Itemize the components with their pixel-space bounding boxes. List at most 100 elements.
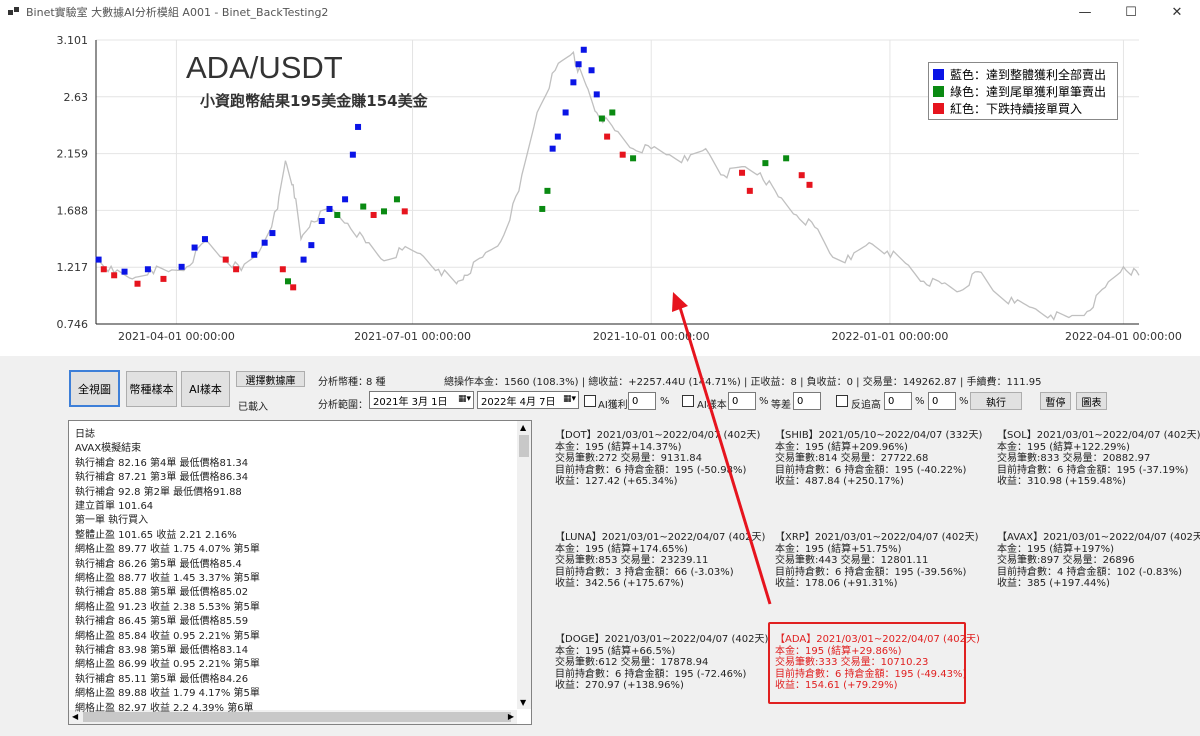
price-chart: 3.101 2.63 2.159 1.688 1.217 0.746 2021-04-01 … (0, 24, 1200, 356)
end-date-picker[interactable]: 2022年 4月 7日 ▦▾ (477, 391, 579, 409)
start-date-picker[interactable]: 2021年 3月 1日 ▦▾ (369, 391, 474, 409)
coin-line: 收益：310.98 (+159.48%) (997, 476, 1126, 487)
trade-marker-blue (570, 79, 577, 86)
legend-label-green: 綠色：達到尾單獲利單筆賣出 (950, 85, 1107, 99)
coin-line: 交易筆數:443 交易量：12801.11 (775, 555, 929, 566)
coin-line: 本金：195 (結算+174.65%) (555, 543, 688, 555)
y-tick-label: 2.159 (57, 148, 89, 161)
app-window: Binet實驗室 大數據AI分析模組 A001 - Binet_BackTest… (0, 0, 1200, 736)
close-button[interactable]: ✕ (1154, 0, 1200, 24)
start-date-value: 2021年 3月 1日 (373, 396, 448, 408)
trade-marker-blue (349, 151, 356, 158)
trade-marker-blue (580, 46, 587, 53)
legend-swatch-green (933, 86, 944, 97)
fullview-button[interactable]: 全視圖 (69, 370, 120, 407)
x-tick-label: 2021-07-01 00:00:00 (354, 330, 471, 343)
y-tick-label: 3.101 (57, 34, 89, 47)
trade-marker-green (380, 208, 387, 215)
coin-line: 【SOL】2021/03/01~2022/04/07 (402天) (997, 430, 1200, 441)
chart-subtitle: 小資跑幣結果195美金賺154美金 (200, 92, 428, 110)
trade-marker-green (284, 278, 291, 285)
trade-marker-red (233, 266, 240, 273)
trade-marker-blue (178, 263, 185, 270)
calendar-icon: ▦▾ (457, 394, 471, 404)
coin-line: 交易筆數:272 交易量：9131.84 (555, 453, 702, 464)
trade-marker-blue (144, 266, 151, 273)
pause-button[interactable]: 暫停 (1040, 392, 1071, 410)
x-tick-label: 2022-01-01 00:00:00 (832, 330, 949, 343)
ai-sample-pct: % (759, 396, 769, 407)
log-line: 建立首單 101.64 (75, 501, 154, 512)
scroll-right-icon[interactable]: ▶ (508, 712, 514, 721)
coin-line: 收益：385 (+197.44%) (997, 578, 1110, 589)
analysis-range-label: 分析範圍： (318, 400, 368, 411)
log-line: 執行補倉 82.16 第4單 最低價格81.34 (75, 457, 249, 469)
y-tick-label: 0.746 (57, 318, 89, 331)
ai-sample-label: AI樣本 (697, 400, 727, 411)
coin-line: 本金：195 (結算+51.75%) (775, 543, 902, 555)
ai-sample-checkbox[interactable] (682, 395, 694, 407)
coin-line: 收益：178.06 (+91.31%) (775, 578, 898, 589)
trade-marker-green (762, 160, 769, 167)
coin-line: 目前持倉數：6 持倉金額：195 (-50.98%) (555, 464, 747, 476)
ai-profit-input[interactable]: 0 (628, 392, 656, 410)
ai-profit-checkbox[interactable] (584, 395, 596, 407)
x-tick-label: 2022-04-01 00:00:00 (1065, 330, 1182, 343)
trade-marker-red (604, 133, 611, 140)
ai-sample-input[interactable]: 0 (728, 392, 756, 410)
log-list[interactable]: ▲ ▼ ◀ ▶ 日誌 AVAX模擬結束 執行補倉 82.16 第4單 最低價格81.… (68, 420, 532, 725)
ai-sample-button[interactable]: AI樣本 (181, 371, 230, 407)
trade-marker-blue (554, 133, 561, 140)
select-database-button[interactable]: 選擇數據庫 (236, 371, 305, 387)
log-line: 執行補倉 86.26 第5單 最低價格85.4 (75, 558, 242, 570)
reverse-chase-checkbox[interactable] (836, 395, 848, 407)
trade-marker-green (783, 155, 790, 162)
legend-label-red: 紅色：下跌持續接單買入 (950, 102, 1083, 116)
coin-sample-button[interactable]: 幣種樣本 (126, 371, 177, 407)
log-line: 執行補倉 85.88 第5單 最低價格85.02 (75, 587, 249, 599)
trade-marker-blue (562, 109, 569, 116)
trade-marker-blue (549, 145, 556, 152)
reverse-input-1[interactable]: 0 (884, 392, 912, 410)
execute-button[interactable]: 執行 (970, 392, 1022, 410)
log-vscroll-thumb[interactable] (519, 435, 529, 457)
log-line: 執行補倉 86.45 第5單 最低價格85.59 (75, 616, 249, 628)
minimize-button[interactable]: — (1062, 0, 1108, 24)
trade-marker-blue (318, 218, 325, 225)
log-line: 網格止盈 82.97 收益 2.2 4.39% 第6單 (75, 702, 254, 714)
trade-marker-red (739, 169, 746, 176)
calendar-icon: ▦▾ (562, 394, 576, 404)
trade-marker-blue (588, 67, 595, 74)
scroll-down-icon[interactable]: ▼ (520, 698, 526, 707)
trade-marker-green (393, 196, 400, 203)
coin-result-luna: 【LUNA】2021/03/01~2022/04/07 (402天) 本金：195… (555, 532, 765, 590)
trade-marker-green (539, 205, 546, 212)
log-vertical-scrollbar[interactable]: ▲ ▼ (517, 421, 531, 709)
legend-label-blue: 藍色：達到整體獲利全部賣出 (950, 68, 1107, 82)
coin-line: 本金：195 (結算+14.37%) (555, 441, 682, 453)
scroll-up-icon[interactable]: ▲ (520, 423, 526, 432)
log-line: 整體止盈 101.65 收益 2.21 2.16% (75, 529, 237, 541)
coin-line: 交易筆數:833 交易量：20882.97 (997, 453, 1151, 464)
coin-result-doge: 【DOGE】2021/03/01~2022/04/07 (402天) 本金：195… (555, 634, 768, 692)
chart-button[interactable]: 圖表 (1076, 392, 1107, 410)
coin-line: 【LUNA】2021/03/01~2022/04/07 (402天) (555, 532, 766, 543)
diff-input[interactable]: 0 (793, 392, 821, 410)
trade-marker-red (222, 256, 229, 263)
trade-marker-red (160, 275, 167, 282)
coin-line: 目前持倉數：6 持倉金額：195 (-72.46%) (555, 668, 747, 680)
reverse-input-2[interactable]: 0 (928, 392, 956, 410)
trade-marker-red (370, 211, 377, 218)
maximize-button[interactable]: ☐ (1108, 0, 1154, 24)
coin-line: 本金：195 (結算+209.96%) (775, 441, 908, 453)
coin-result-xrp: 【XRP】2021/03/01~2022/04/07 (402天) 本金：195 … (775, 532, 979, 590)
chart-title: ADA/USDT (186, 50, 343, 85)
trade-marker-blue (269, 230, 276, 237)
chart-legend: 藍色：達到整體獲利全部賣出 綠色：達到尾單獲利單筆賣出 紅色：下跌持續接單買入 (928, 62, 1118, 120)
trade-marker-green (598, 115, 605, 122)
x-tick-label: 2021-10-01 00:00:00 (593, 330, 710, 343)
summary-stats: 總操作本金：1560 (108.3%) | 總收益：+2257.44U (144… (444, 377, 1042, 388)
loaded-status: 已載入 (238, 402, 268, 413)
reverse-chase-label: 反追高 (851, 400, 881, 411)
log-line: 網格止盈 89.77 收益 1.75 4.07% 第5單 (75, 544, 260, 556)
